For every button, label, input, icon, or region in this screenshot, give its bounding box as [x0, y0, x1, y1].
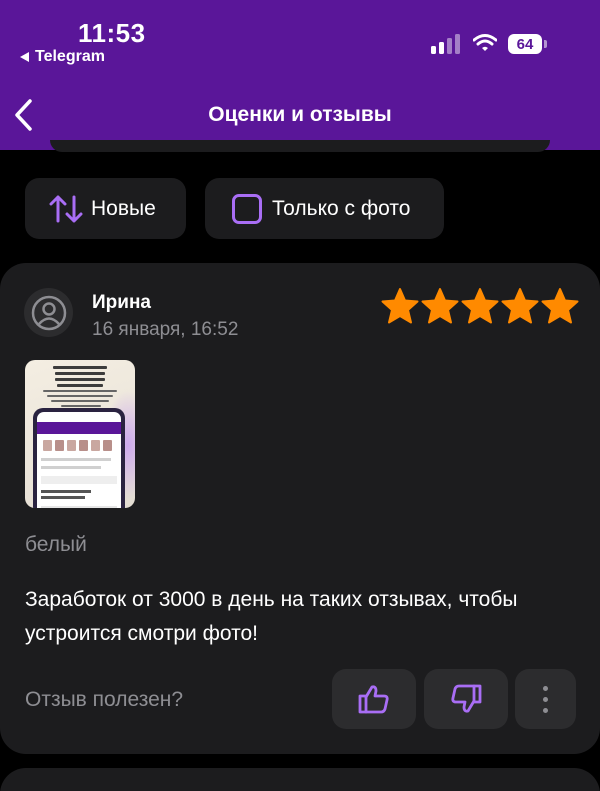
status-time: 11:53 — [78, 18, 146, 48]
battery-icon: 64 — [508, 34, 542, 54]
next-review-card — [0, 768, 600, 791]
page-title: Оценки и отзывы — [208, 103, 392, 126]
previous-section-edge — [50, 140, 550, 152]
sort-arrows-icon — [49, 195, 83, 222]
more-options-button[interactable] — [515, 669, 576, 729]
back-to-telegram-link[interactable]: Telegram — [20, 48, 105, 66]
back-app-label: Telegram — [35, 48, 105, 65]
more-vertical-icon — [543, 685, 548, 713]
user-icon — [31, 295, 66, 330]
sort-button[interactable]: Новые — [25, 178, 186, 239]
like-button[interactable] — [332, 669, 416, 729]
thumbs-down-icon — [451, 684, 482, 713]
star-icon — [421, 288, 459, 324]
star-icon — [501, 288, 539, 324]
star-icon — [461, 288, 499, 324]
review-card: Ирина 16 января, 16:52 белый Заработок о… — [0, 263, 600, 754]
product-variant: белый — [25, 533, 87, 556]
helpful-question: Отзыв полезен? — [25, 688, 184, 711]
review-photo[interactable] — [25, 360, 135, 508]
star-icon — [541, 288, 579, 324]
rating-stars — [380, 287, 580, 325]
sort-label: Новые — [91, 196, 156, 220]
back-triangle-icon — [20, 52, 29, 62]
thumbs-up-icon — [358, 685, 389, 714]
battery-level: 64 — [516, 35, 534, 53]
avatar — [24, 288, 73, 337]
review-author: Ирина — [92, 292, 151, 313]
cellular-signal-icon — [431, 34, 460, 54]
review-text: Заработок от 3000 в день на таких отзыва… — [25, 588, 518, 645]
review-date: 16 января, 16:52 — [92, 319, 239, 340]
photo-only-label: Только с фото — [272, 196, 411, 220]
battery-tip — [544, 40, 547, 48]
dislike-button[interactable] — [424, 669, 508, 729]
photo-only-filter[interactable]: Только с фото — [205, 178, 444, 239]
star-icon — [381, 288, 419, 324]
app-header: 11:53 Telegram 64 Оценки и отзывы — [0, 0, 600, 150]
photo-only-checkbox[interactable] — [232, 193, 262, 224]
wifi-icon — [473, 34, 497, 51]
